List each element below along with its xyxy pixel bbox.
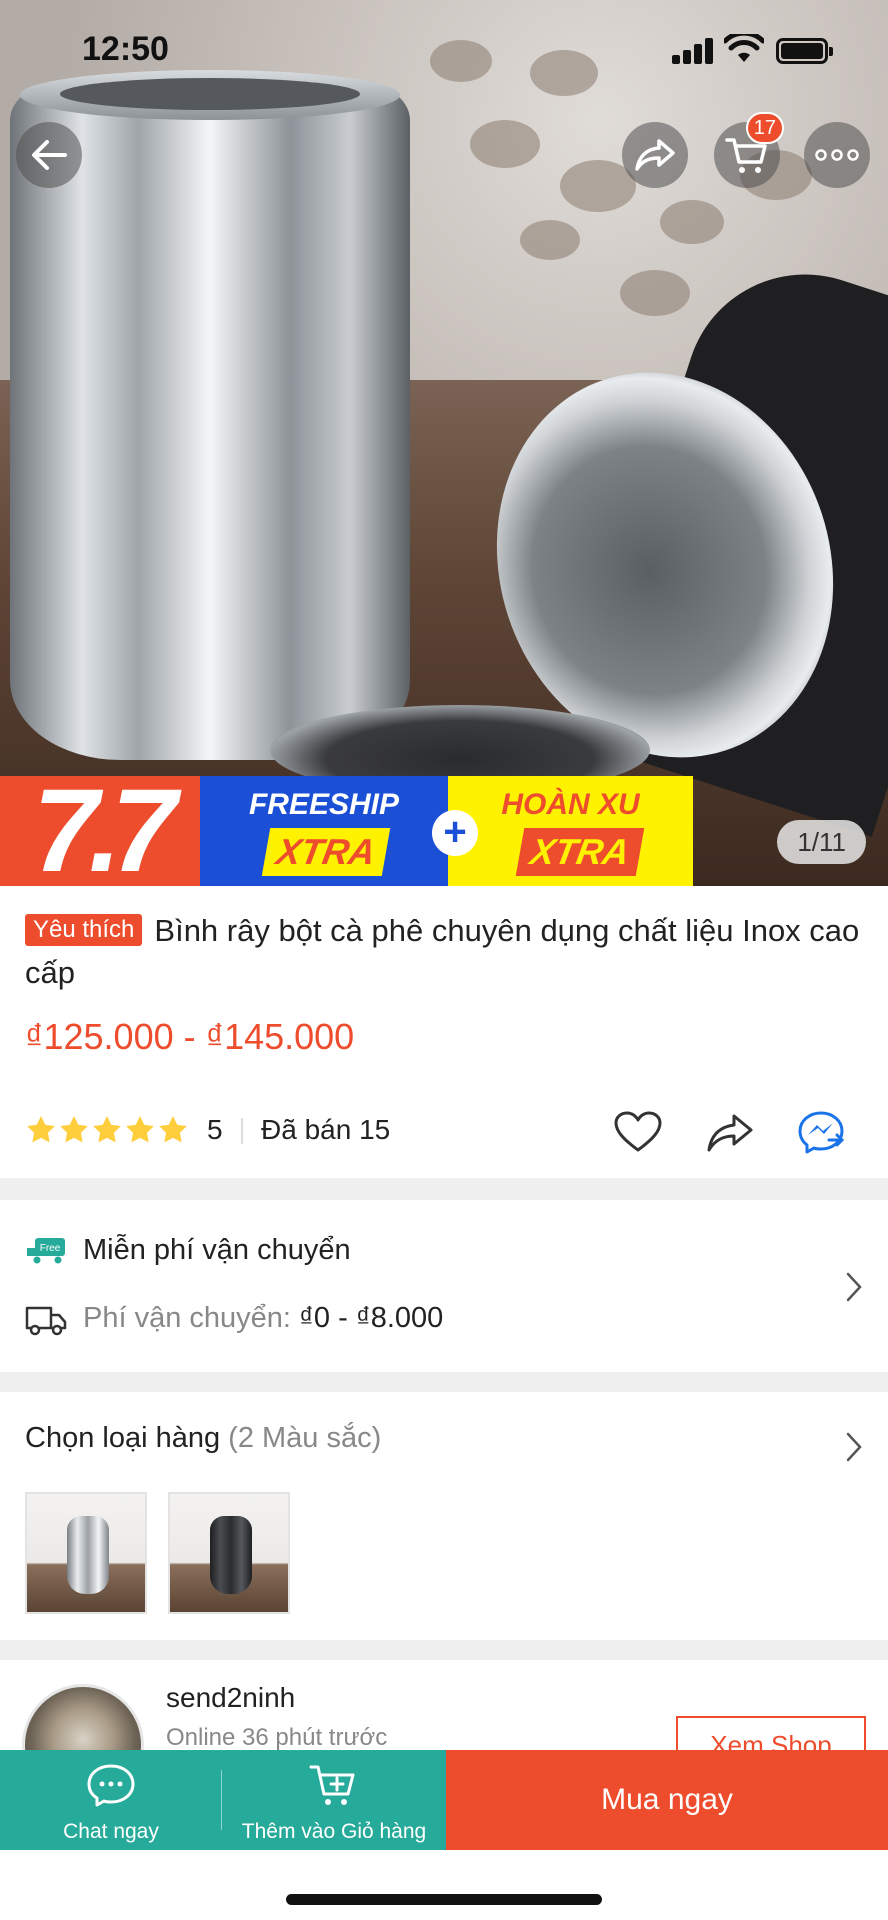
sale-7-7-label: 7.7 xyxy=(0,772,200,886)
variant-subtitle: (2 Màu sắc) xyxy=(228,1422,382,1454)
rating-stars xyxy=(25,1114,190,1148)
shop-name[interactable]: send2ninh xyxy=(166,1682,295,1714)
add-to-cart-button[interactable]: Thêm vào Giỏ hàng xyxy=(222,1750,446,1850)
add-to-cart-icon xyxy=(309,1765,355,1805)
product-price: ₫125.000 - ₫145.000 xyxy=(25,1016,355,1057)
image-counter: 1/11 xyxy=(777,820,866,864)
product-info: Yêu thích Bình rây bột cà phê chuyên dụng… xyxy=(0,886,888,1178)
promo-banner: 7.7 FREESHIP XTRA HOÀN XU XTRA + 1/11 xyxy=(0,772,888,886)
buy-now-button[interactable]: Mua ngay xyxy=(446,1750,888,1850)
product-title: Bình rây bột cà phê chuyên dụng chất liệ… xyxy=(25,913,860,990)
chat-now-label: Chat ngay xyxy=(63,1820,159,1843)
bottom-action-bar: Chat ngay Thêm vào Giỏ hàng Mua ngay xyxy=(0,1750,888,1850)
cart-count-badge: 17 xyxy=(745,112,784,144)
add-to-cart-label: Thêm vào Giỏ hàng xyxy=(241,1820,427,1843)
divider xyxy=(241,1118,243,1144)
share-icon xyxy=(635,139,675,171)
free-shipping-label: Miễn phí vận chuyển xyxy=(83,1234,351,1266)
star-icon xyxy=(93,1116,121,1143)
share-button[interactable] xyxy=(622,122,688,188)
shop-section: send2ninh Online 36 phút trước Xem Shop xyxy=(0,1660,888,1750)
star-icon xyxy=(159,1116,187,1143)
heart-icon[interactable] xyxy=(613,1110,663,1154)
more-icon xyxy=(815,149,859,161)
truck-icon xyxy=(25,1306,67,1336)
shop-online-status: Online 36 phút trước xyxy=(166,1724,388,1750)
status-time: 12:50 xyxy=(82,30,169,68)
view-shop-button[interactable]: Xem Shop xyxy=(676,1716,866,1750)
variant-title: Chọn loại hàng xyxy=(25,1422,221,1454)
chat-now-button[interactable]: Chat ngay xyxy=(0,1750,222,1850)
shipping-fee-value: ₫0 - ₫8.000 xyxy=(299,1302,444,1334)
hoanxu-xtra-banner: HOÀN XU XTRA xyxy=(448,776,693,886)
free-truck-icon: Free xyxy=(27,1238,65,1264)
shipping-section[interactable]: Free Miễn phí vận chuyển Phí vận chuyển:… xyxy=(0,1200,888,1372)
more-button[interactable] xyxy=(804,122,870,188)
shipping-fee-label: Phí vận chuyển: xyxy=(83,1302,291,1334)
shipping-fee-row: Phí vận chuyển: ₫0 - ₫8.000 xyxy=(25,1300,725,1340)
rating-row: 5 Đã bán 15 xyxy=(25,1110,865,1154)
cart-button[interactable]: 17 xyxy=(714,112,784,188)
back-icon xyxy=(32,140,67,170)
plus-icon: + xyxy=(432,810,478,856)
status-bar: 12:50 xyxy=(0,0,888,100)
messenger-icon[interactable] xyxy=(797,1110,847,1154)
variant-thumb-silver[interactable] xyxy=(25,1492,147,1614)
variant-section[interactable]: Chọn loại hàng (2 Màu sắc) xyxy=(0,1392,888,1640)
share-icon[interactable] xyxy=(705,1110,755,1154)
svg-text:Free: Free xyxy=(40,1243,61,1254)
section-gap xyxy=(0,1372,888,1392)
chevron-right-icon xyxy=(846,1272,862,1302)
shop-avatar[interactable] xyxy=(22,1684,144,1750)
variant-thumb-black[interactable] xyxy=(168,1492,290,1614)
image-sifter-can xyxy=(10,80,410,760)
rating-value: 5 xyxy=(207,1114,223,1145)
section-gap xyxy=(0,1640,888,1660)
favorite-badge: Yêu thích xyxy=(25,914,143,946)
chevron-right-icon xyxy=(846,1432,862,1462)
star-icon xyxy=(126,1116,154,1143)
product-title-row: Yêu thích Bình rây bột cà phê chuyên dụng… xyxy=(25,910,865,994)
star-icon xyxy=(60,1116,88,1143)
sold-count: Đã bán 15 xyxy=(261,1114,391,1145)
chat-icon xyxy=(87,1764,135,1807)
product-page: 7.7 FREESHIP XTRA HOÀN XU XTRA + 1/11 12… xyxy=(0,0,888,1920)
freeship-xtra-banner: FREESHIP XTRA xyxy=(200,776,448,886)
cellular-signal-icon xyxy=(672,38,714,64)
star-icon xyxy=(27,1116,55,1143)
section-gap xyxy=(0,1178,888,1200)
free-shipping-row: Free Miễn phí vận chuyển xyxy=(25,1232,725,1272)
back-button[interactable] xyxy=(16,122,82,188)
wifi-icon xyxy=(724,34,764,62)
battery-icon xyxy=(776,38,833,64)
home-indicator[interactable] xyxy=(286,1894,602,1905)
